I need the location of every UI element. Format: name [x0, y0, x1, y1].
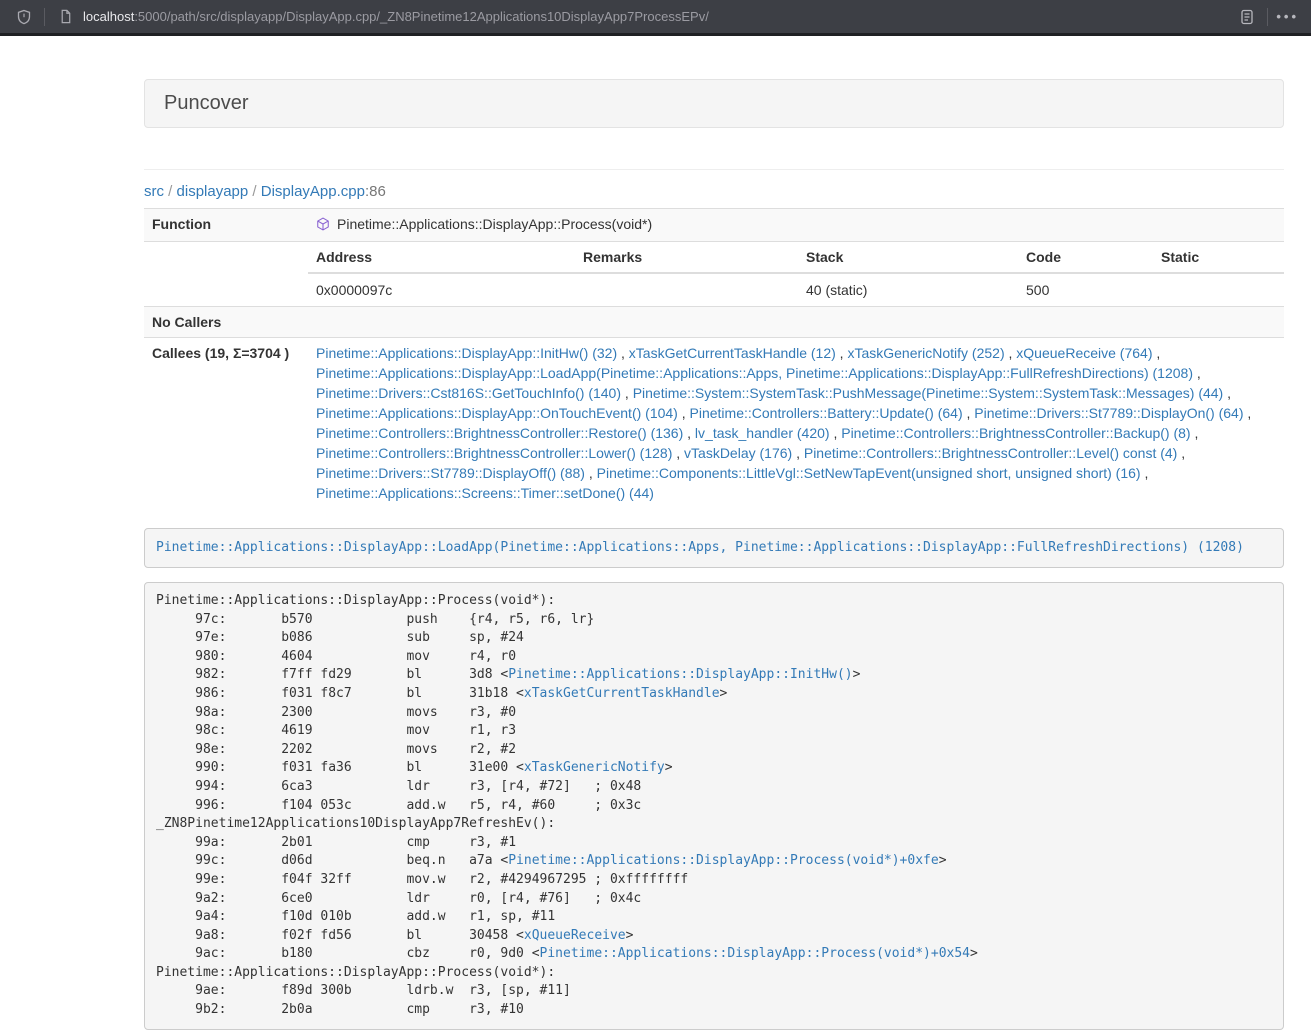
snippet-load-app-link[interactable]: Pinetime::Applications::DisplayApp::Load… — [156, 540, 1244, 555]
page-title: Puncover — [164, 92, 1264, 115]
stats-value-row: 0x0000097c 40 (static) 500 — [308, 273, 1284, 306]
symbol-link[interactable]: xQueueReceive — [524, 928, 626, 943]
static-value — [1153, 273, 1284, 306]
breadcrumb-link[interactable]: displayapp — [177, 183, 249, 200]
reader-mode-icon[interactable] — [1235, 5, 1259, 29]
callee-link[interactable]: lv_task_handler (420) — [695, 425, 830, 441]
toolbar-divider — [44, 8, 45, 26]
callee-link[interactable]: Pinetime::System::SystemTask::PushMessag… — [633, 385, 1224, 401]
callee-link[interactable]: vTaskDelay (176) — [684, 445, 792, 461]
code-value: 500 — [1018, 273, 1153, 306]
callee-link[interactable]: Pinetime::Applications::DisplayApp::OnTo… — [316, 405, 678, 421]
breadcrumb-separator: / — [248, 183, 261, 200]
col-code: Code — [1018, 242, 1153, 273]
function-detail-table: Function Pinetime::Applications::Display… — [144, 208, 1284, 508]
divider — [144, 169, 1284, 170]
table-row: No Callers — [144, 307, 1284, 338]
callee-link[interactable]: Pinetime::Controllers::BrightnessControl… — [316, 445, 672, 461]
col-stack: Stack — [798, 242, 1018, 273]
callee-link[interactable]: Pinetime::Applications::DisplayApp::Init… — [316, 345, 617, 361]
col-remarks: Remarks — [575, 242, 798, 273]
function-cube-icon — [316, 216, 330, 236]
breadcrumb-link[interactable]: DisplayApp.cpp — [261, 183, 365, 200]
callee-link[interactable]: Pinetime::Components::LittleVgl::SetNewT… — [597, 465, 1141, 481]
caller-snippet-box: Pinetime::Applications::DisplayApp::Load… — [144, 528, 1284, 568]
callees-label: Callees (19, Σ=3704 ) — [144, 338, 308, 509]
symbol-link[interactable]: xTaskGenericNotify — [524, 760, 665, 775]
callee-link[interactable]: Pinetime::Applications::DisplayApp::Load… — [316, 365, 1193, 381]
symbol-link[interactable]: Pinetime::Applications::DisplayApp::Proc… — [540, 946, 970, 961]
function-stats-table: Address Remarks Stack Code Static 0x0000… — [308, 242, 1284, 306]
url-path: :5000/path/src/displayapp/DisplayApp.cpp… — [134, 9, 709, 24]
callee-link[interactable]: Pinetime::Controllers::Battery::Update()… — [690, 405, 963, 421]
callee-link[interactable]: xTaskGenericNotify (252) — [847, 345, 1004, 361]
callee-link[interactable]: Pinetime::Applications::Screens::Timer::… — [316, 485, 654, 501]
breadcrumb-separator: / — [164, 183, 177, 200]
table-row: Callees (19, Σ=3704 ) Pinetime::Applicat… — [144, 338, 1284, 509]
app-header-panel: Puncover — [144, 79, 1284, 128]
disassembly: Pinetime::Applications::DisplayApp::Proc… — [144, 582, 1284, 1030]
symbol-link[interactable]: xTaskGetCurrentTaskHandle — [524, 686, 720, 701]
function-name: Pinetime::Applications::DisplayApp::Proc… — [337, 216, 652, 232]
menu-dots-icon[interactable]: ••• — [1276, 10, 1299, 23]
function-row-label: Function — [144, 209, 308, 242]
callee-link[interactable]: xQueueReceive (764) — [1016, 345, 1152, 361]
callee-link[interactable]: Pinetime::Drivers::Cst816S::GetTouchInfo… — [316, 385, 621, 401]
col-address: Address — [308, 242, 575, 273]
page-icon[interactable] — [53, 5, 77, 29]
browser-url-bar: localhost:5000/path/src/displayapp/Displ… — [0, 0, 1311, 36]
symbol-link[interactable]: Pinetime::Applications::DisplayApp::Proc… — [508, 853, 938, 868]
callee-link[interactable]: Pinetime::Drivers::St7789::DisplayOff() … — [316, 465, 585, 481]
symbol-link[interactable]: Pinetime::Applications::DisplayApp::Init… — [508, 667, 852, 682]
shield-icon[interactable] — [12, 5, 36, 29]
toolbar-divider — [1267, 8, 1268, 26]
url-host: localhost — [83, 9, 134, 24]
breadcrumb: src / displayapp / DisplayApp.cpp:86 — [144, 181, 1284, 202]
no-callers-label: No Callers — [144, 307, 308, 338]
stats-header-row: Address Remarks Stack Code Static — [308, 242, 1284, 273]
stack-value: 40 (static) — [798, 273, 1018, 306]
callee-link[interactable]: Pinetime::Controllers::BrightnessControl… — [841, 425, 1190, 441]
col-static: Static — [1153, 242, 1284, 273]
callee-link[interactable]: xTaskGetCurrentTaskHandle (12) — [629, 345, 836, 361]
breadcrumb-line-number: :86 — [365, 183, 386, 200]
address-value: 0x0000097c — [308, 273, 575, 306]
callee-link[interactable]: Pinetime::Drivers::St7789::DisplayOn() (… — [974, 405, 1243, 421]
callees-list: Pinetime::Applications::DisplayApp::Init… — [308, 338, 1284, 509]
breadcrumb-link[interactable]: src — [144, 183, 164, 200]
callee-link[interactable]: Pinetime::Controllers::BrightnessControl… — [316, 425, 683, 441]
callee-link[interactable]: Pinetime::Controllers::BrightnessControl… — [804, 445, 1177, 461]
table-row: Function Pinetime::Applications::Display… — [144, 209, 1284, 242]
table-row: Address Remarks Stack Code Static 0x0000… — [144, 242, 1284, 307]
remarks-value — [575, 273, 798, 306]
url-text[interactable]: localhost:5000/path/src/displayapp/Displ… — [83, 9, 709, 24]
